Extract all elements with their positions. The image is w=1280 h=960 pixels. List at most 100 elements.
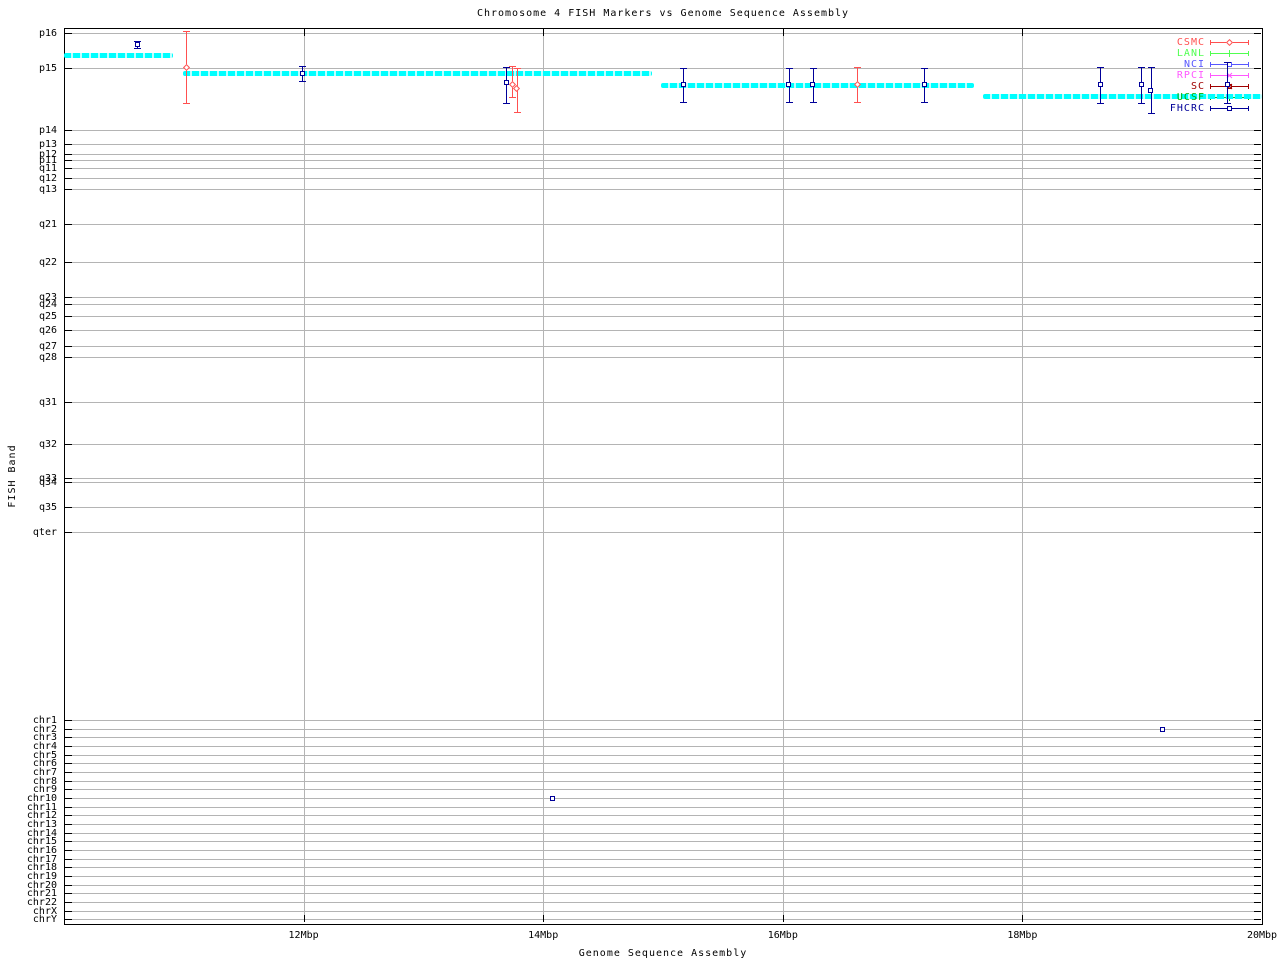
y-tick-mark	[1254, 754, 1261, 756]
y-tick-mark	[1254, 789, 1261, 791]
y-tick-mark	[65, 737, 72, 739]
legend-sample-cap	[1248, 51, 1249, 56]
y-tick-mark	[65, 189, 72, 190]
x-tick-mark	[543, 915, 545, 922]
legend-label-sc: SC	[1190, 81, 1205, 92]
FHCRC-errorbar-cap	[134, 48, 142, 49]
FHCRC-errorbar-cap	[299, 66, 307, 67]
y-tick-mark	[65, 798, 72, 799]
legend-sample-cap	[1248, 84, 1249, 89]
y-tick-mark	[65, 815, 72, 817]
y-tick-mark	[1254, 153, 1261, 155]
y-tick-mark	[65, 902, 72, 903]
y-tick-mark	[1254, 477, 1261, 479]
CSMC-errorbar-cap	[509, 66, 517, 67]
y-tick-mark	[65, 763, 72, 765]
FHCRC-marker	[1138, 82, 1144, 87]
FHCRC-errorbar-cap	[299, 81, 307, 82]
FHCRC-errorbar-cap	[1224, 62, 1232, 63]
y-tick-mark	[65, 159, 72, 161]
y-tick-mark	[65, 303, 72, 305]
FHCRC-errorbar-cap	[785, 102, 793, 103]
y-tick-mark	[1254, 297, 1261, 298]
legend-sample-cap	[1210, 51, 1211, 56]
legend-sample-cap	[1248, 40, 1249, 45]
y-tick-mark	[65, 754, 72, 756]
y-tick-mark	[65, 262, 72, 263]
y-tick-label: q35	[38, 502, 57, 513]
FHCRC-errorbar-cap	[809, 68, 817, 69]
y-tick-label: q28	[38, 351, 57, 363]
FHCRC-errorbar-cap	[503, 67, 511, 68]
y-tick-label: chrY	[32, 914, 57, 926]
assembly-segment	[64, 53, 174, 58]
y-tick-mark	[65, 780, 72, 782]
FHCRC-marker	[550, 795, 556, 801]
x-tick-label: 14Mbp	[528, 930, 559, 941]
y-tick-mark	[1254, 884, 1261, 886]
y-tick-mark	[65, 919, 72, 921]
legend-label-rpci: RPCI	[1176, 70, 1205, 81]
legend-label-nci: NCI	[1183, 59, 1205, 70]
y-tick-mark	[1254, 143, 1261, 145]
y-tick-mark	[65, 832, 72, 834]
x-tick-label: 18Mbp	[1007, 930, 1038, 941]
y-tick-mark	[1254, 910, 1261, 912]
FHCRC-errorbar-cap	[1097, 67, 1105, 68]
y-tick-mark	[65, 153, 72, 155]
y-tick-mark	[1254, 893, 1261, 895]
legend-sample-cap	[1210, 84, 1211, 89]
x-tick-label: 20Mbp	[1246, 930, 1278, 941]
y-tick-mark	[1254, 763, 1261, 765]
FHCRC-errorbar-cap	[1147, 113, 1155, 114]
y-tick-mark	[1254, 401, 1261, 403]
y-tick-label: q32	[38, 438, 57, 450]
y-tick-mark	[1254, 867, 1261, 869]
y-tick-mark	[1254, 798, 1261, 799]
legend-sample-cap	[1248, 106, 1249, 111]
y-tick-label: q22	[38, 257, 57, 268]
y-tick-mark	[65, 893, 72, 895]
FHCRC-errorbar-cap	[1224, 103, 1232, 104]
y-tick-mark	[1254, 356, 1261, 358]
x-tick-label: 12Mbp	[288, 930, 319, 941]
legend-label-lanl: LANL	[1176, 48, 1205, 59]
FHCRC-marker	[1148, 87, 1154, 93]
y-tick-mark	[1254, 330, 1261, 331]
CSMC-errorbar-cap	[854, 102, 862, 103]
CSMC-errorbar-cap	[183, 31, 191, 32]
y-tick-label: q24	[38, 298, 57, 310]
y-tick-mark	[1254, 841, 1261, 843]
y-tick-label: p15	[38, 62, 57, 74]
CSMC-errorbar-cap	[854, 67, 862, 68]
y-tick-mark	[65, 223, 72, 225]
y-tick-mark	[65, 772, 72, 773]
y-tick-mark	[1254, 746, 1261, 747]
y-tick-mark	[65, 789, 72, 791]
y-tick-mark	[1254, 737, 1261, 739]
y-tick-mark	[1254, 832, 1261, 834]
x-tick-mark	[782, 915, 784, 922]
y-tick-mark	[1254, 532, 1261, 533]
chart-title: Chromosome 4 FISH Markers vs Genome Sequ…	[476, 8, 850, 19]
y-tick-mark	[1254, 858, 1261, 860]
x-tick-mark	[303, 29, 305, 36]
FHCRC-errorbar-cap	[1138, 67, 1145, 68]
y-tick-mark	[1254, 806, 1261, 808]
y-tick-mark	[1254, 481, 1261, 483]
FHCRC-marker	[810, 82, 816, 87]
assembly-segment	[182, 70, 653, 76]
y-tick-mark	[1254, 223, 1261, 225]
y-tick-mark	[1254, 177, 1261, 179]
legend-sample-cap	[1210, 62, 1211, 67]
y-tick-mark	[65, 330, 72, 331]
y-tick-mark	[65, 33, 72, 34]
y-tick-mark	[1254, 919, 1261, 921]
y-tick-mark	[65, 443, 72, 445]
y-tick-mark	[65, 315, 72, 317]
y-tick-mark	[1254, 850, 1261, 851]
x-tick-mark	[543, 29, 545, 36]
FHCRC-errorbar-cap	[1097, 103, 1105, 104]
FHCRC-errorbar-cap	[680, 68, 688, 69]
y-tick-mark	[65, 297, 72, 298]
